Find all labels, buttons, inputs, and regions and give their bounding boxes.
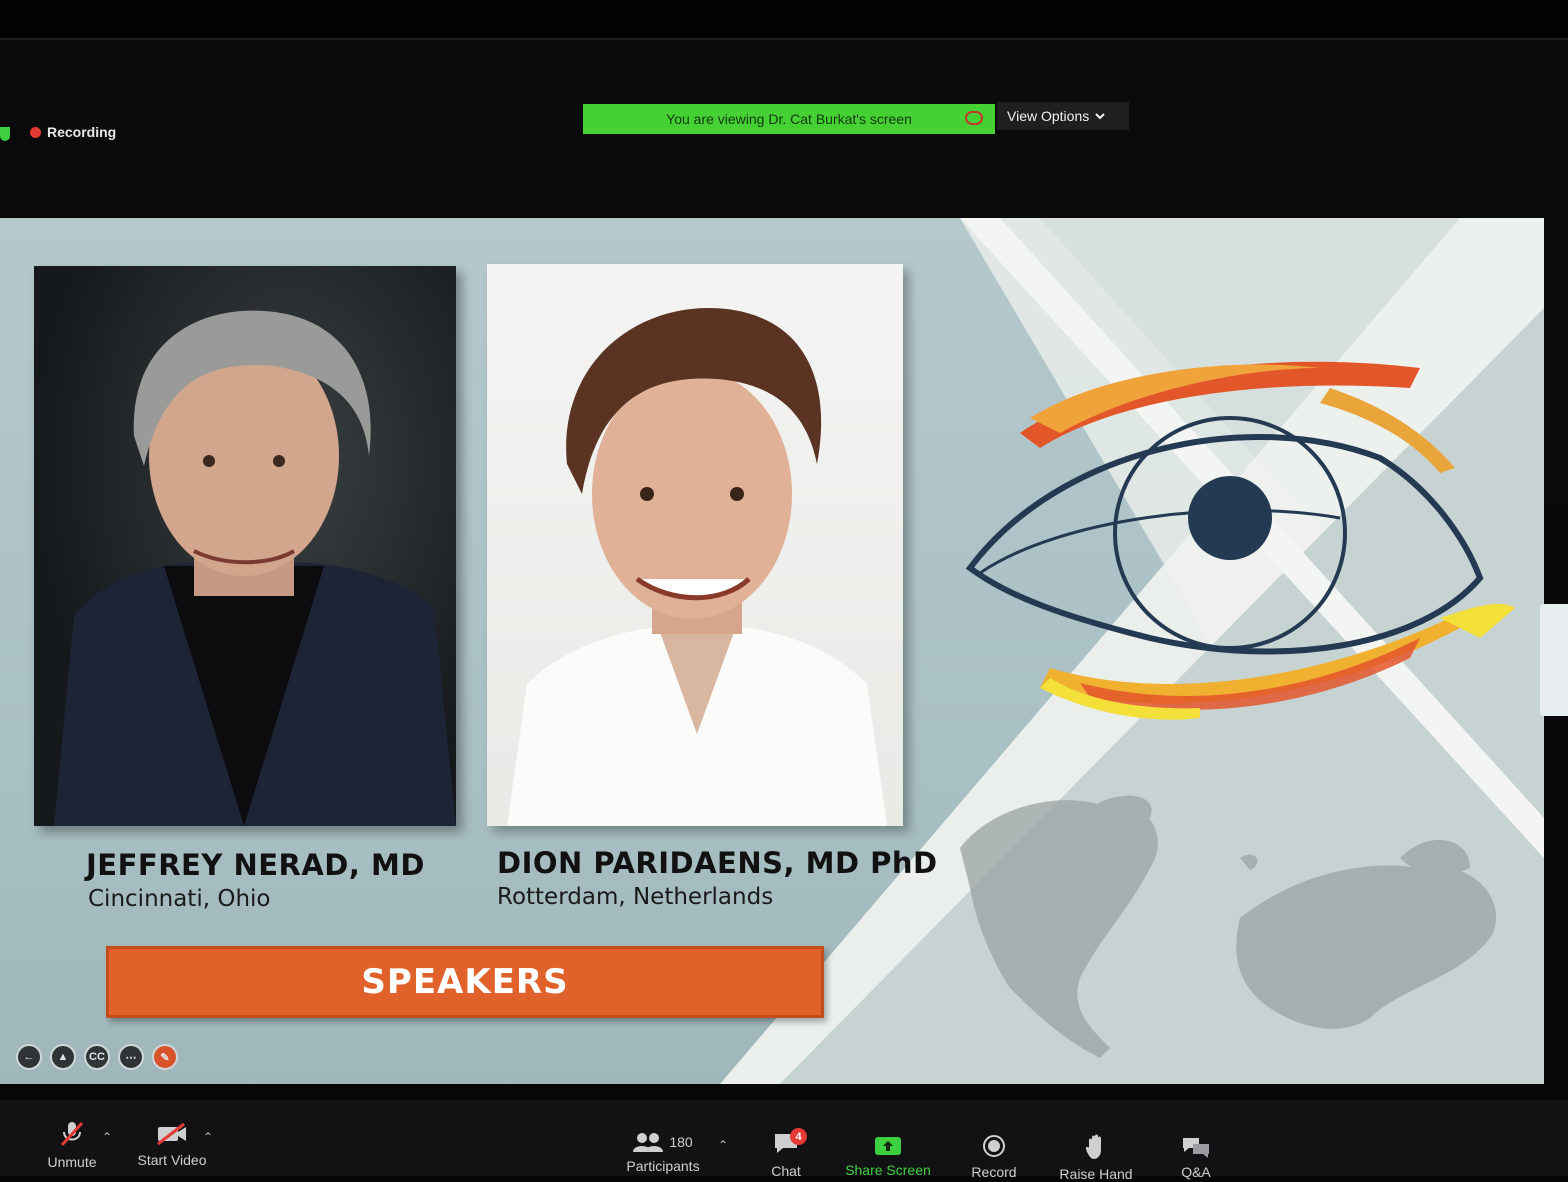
raise-hand-icon xyxy=(1085,1134,1101,1159)
raise-hand-button[interactable]: Raise Hand xyxy=(1052,1134,1140,1182)
screen-share-text: You are viewing Dr. Cat Burkat's screen xyxy=(666,111,912,127)
record-icon xyxy=(983,1135,1005,1157)
chat-label: Chat xyxy=(771,1163,801,1179)
speaker-photo-2 xyxy=(487,264,903,826)
microphone-muted-icon xyxy=(60,1121,84,1147)
unmute-button[interactable]: Unmute xyxy=(40,1120,104,1170)
meeting-toolbar: Unmute ⌃ Start Video ⌃ 180 Participants … xyxy=(0,1100,1568,1182)
participants-button[interactable]: 180 Participants xyxy=(618,1132,708,1174)
participants-label: Participants xyxy=(626,1158,700,1174)
video-options-caret-icon[interactable]: ⌃ xyxy=(203,1130,213,1144)
security-shield-icon[interactable] xyxy=(0,127,10,141)
share-screen-button[interactable]: Share Screen xyxy=(840,1136,936,1178)
view-options-button[interactable]: View Options xyxy=(997,102,1129,130)
chat-button[interactable]: 4 Chat xyxy=(764,1128,808,1179)
shared-slide: JEFFREY NERAD, MD Cincinnati, Ohio DION … xyxy=(0,218,1544,1084)
qa-icon xyxy=(1183,1138,1209,1158)
captions-icon[interactable]: CC xyxy=(84,1044,110,1070)
qa-label: Q&A xyxy=(1181,1164,1211,1180)
pen-icon[interactable]: ✎ xyxy=(152,1044,178,1070)
speaker-location-1: Cincinnati, Ohio xyxy=(88,886,271,912)
portrait-illustration xyxy=(54,310,456,826)
recording-label: Recording xyxy=(47,124,117,140)
participants-icon xyxy=(633,1133,664,1152)
share-screen-icon xyxy=(875,1137,901,1155)
slide-controls: ← ▲ CC ⋯ ✎ xyxy=(16,1044,178,1070)
more-icon[interactable]: ⋯ xyxy=(118,1044,144,1070)
qa-button[interactable]: Q&A xyxy=(1174,1136,1218,1180)
pointer-icon[interactable]: ▲ xyxy=(50,1044,76,1070)
captions-label: CC xyxy=(89,1051,105,1063)
recording-dot-icon xyxy=(30,126,41,138)
speaker-name-1: JEFFREY NERAD, MD xyxy=(86,848,425,882)
speaker-name-2: DION PARIDAENS, MD PhD xyxy=(497,846,938,880)
zoom-window: Recording You are viewing Dr. Cat Burkat… xyxy=(0,0,1568,1182)
audio-options-caret-icon[interactable]: ⌃ xyxy=(102,1130,112,1144)
screen-share-banner: You are viewing Dr. Cat Burkat's screen xyxy=(583,104,995,134)
raise-hand-label: Raise Hand xyxy=(1059,1166,1133,1182)
speaker-photo-1 xyxy=(34,266,456,826)
speaker-location-2: Rotterdam, Netherlands xyxy=(497,884,774,910)
chevron-down-icon xyxy=(1095,113,1105,120)
chat-unread-badge: 4 xyxy=(790,1128,807,1145)
participants-count: 180 xyxy=(669,1134,693,1150)
cloud-icon xyxy=(965,111,983,125)
portrait-illustration xyxy=(507,307,887,826)
view-options-label: View Options xyxy=(1007,108,1090,124)
recording-indicator[interactable]: Recording xyxy=(30,124,116,140)
side-panel-handle[interactable] xyxy=(1540,604,1568,716)
participants-caret-icon[interactable]: ⌃ xyxy=(718,1138,728,1152)
unmute-label: Unmute xyxy=(47,1154,97,1170)
back-icon[interactable]: ← xyxy=(16,1044,42,1070)
start-video-label: Start Video xyxy=(137,1152,207,1168)
monitor-bezel xyxy=(0,0,1568,40)
speakers-banner: SPEAKERS xyxy=(106,946,824,1018)
video-off-icon xyxy=(157,1122,186,1146)
record-button[interactable]: Record xyxy=(964,1134,1024,1180)
start-video-button[interactable]: Start Video xyxy=(132,1122,212,1168)
record-label: Record xyxy=(971,1164,1017,1180)
